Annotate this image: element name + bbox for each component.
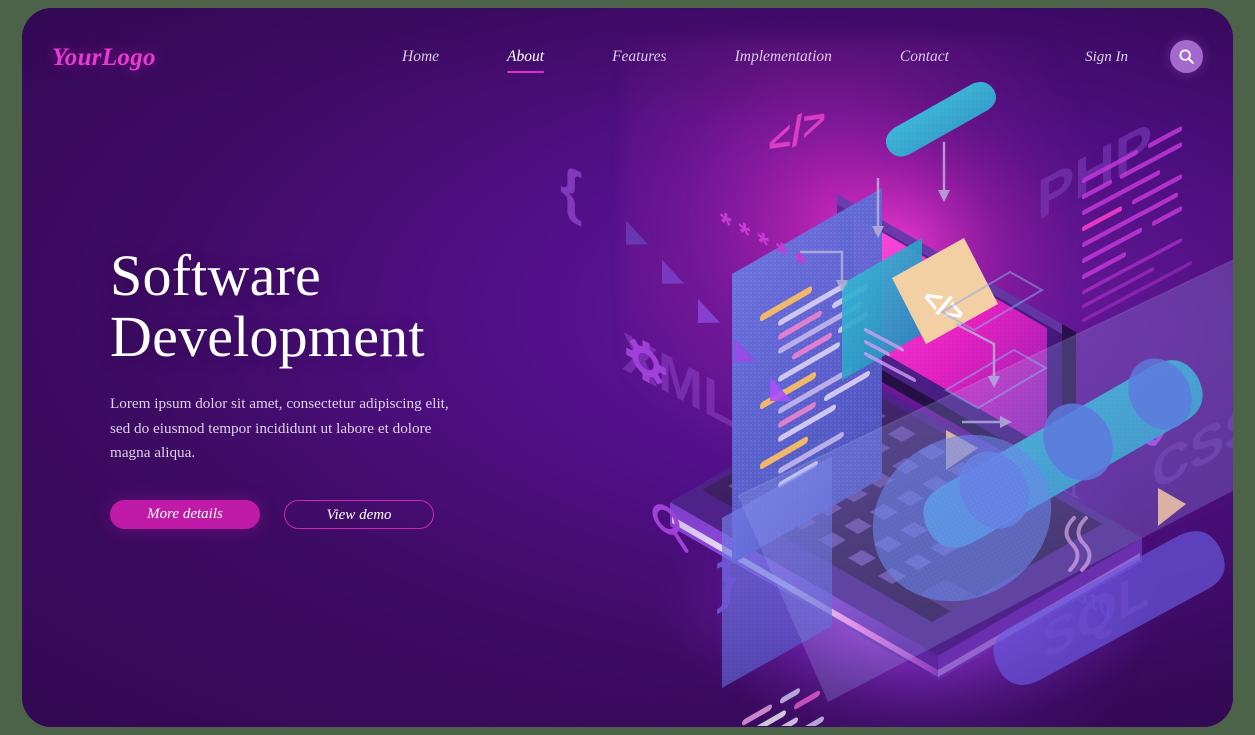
nav-item-home[interactable]: Home bbox=[402, 48, 439, 73]
landing-page-card: PHP XML CSS SQL 01010 10010 10011 1000 1… bbox=[22, 8, 1233, 727]
hero-title-line-2: Development bbox=[110, 303, 425, 369]
nav-item-contact[interactable]: Contact bbox=[900, 48, 949, 73]
hero-section: Software Development Lorem ipsum dolor s… bbox=[110, 243, 540, 530]
tech-label-xml: XML bbox=[622, 321, 736, 442]
svg-text:XML: XML bbox=[622, 321, 736, 442]
hero-illustration: PHP XML CSS SQL 01010 10010 10011 1000 1… bbox=[542, 66, 1233, 726]
nav-item-implementation[interactable]: Implementation bbox=[735, 48, 832, 73]
page-title: Software Development bbox=[110, 243, 540, 369]
nav-item-about[interactable]: About bbox=[507, 48, 545, 73]
more-details-button[interactable]: More details bbox=[110, 500, 260, 530]
logo[interactable]: YourLogo bbox=[52, 44, 156, 72]
curly-brace-right: } bbox=[716, 545, 737, 616]
nav-item-features[interactable]: Features bbox=[612, 48, 667, 73]
search-icon bbox=[1179, 49, 1194, 64]
view-demo-button[interactable]: View demo bbox=[284, 500, 434, 530]
sign-in-link[interactable]: Sign In bbox=[1085, 49, 1128, 66]
curly-brace-left: { bbox=[560, 152, 583, 229]
hero-subtitle: Lorem ipsum dolor sit amet, consectetur … bbox=[110, 394, 449, 462]
hero-title-line-1: Software bbox=[110, 243, 321, 308]
search-button[interactable] bbox=[1170, 40, 1203, 73]
main-navigation: Home About Features Implementation Conta… bbox=[402, 48, 949, 73]
site-header: YourLogo Home About Features Implementat… bbox=[22, 8, 1233, 108]
hero-actions: More details View demo bbox=[110, 500, 540, 530]
